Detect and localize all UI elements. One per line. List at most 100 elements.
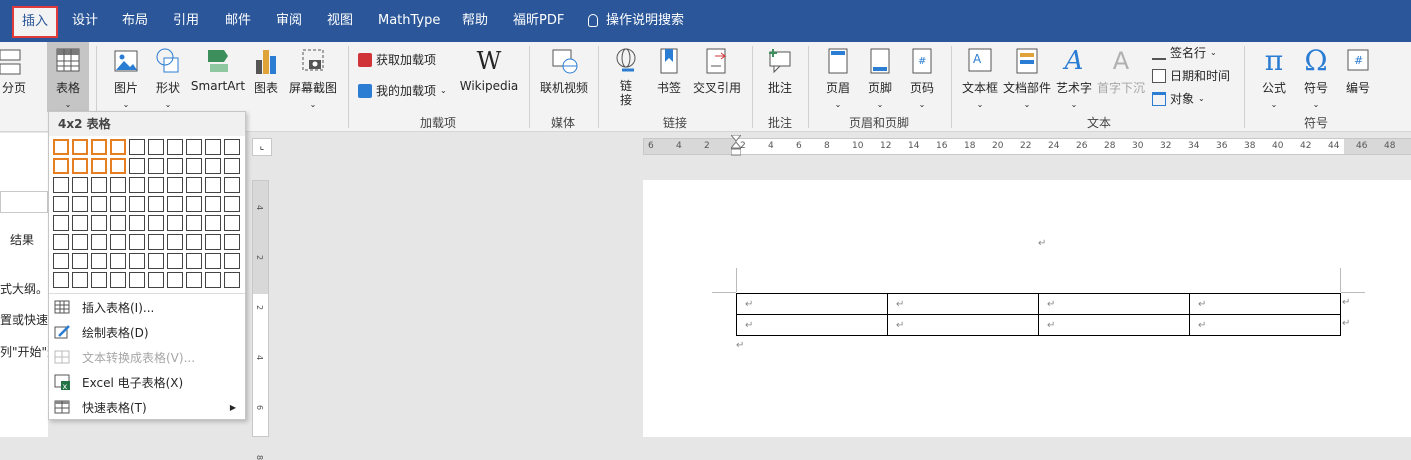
grid-cell[interactable]: [129, 158, 145, 174]
textbox-button[interactable]: A 文本框 ⌄: [958, 46, 1002, 110]
grid-cell[interactable]: [72, 215, 88, 231]
table-cell[interactable]: ↵: [887, 314, 1039, 336]
excel-spreadsheet-menu-item[interactable]: x Excel 电子表格(X): [49, 370, 245, 394]
grid-cell[interactable]: [224, 139, 240, 155]
tab-help[interactable]: 帮助: [462, 0, 488, 42]
tab-mathtype[interactable]: MathType: [378, 0, 440, 42]
grid-cell[interactable]: [186, 215, 202, 231]
grid-cell[interactable]: [72, 253, 88, 269]
footer-button[interactable]: 页脚 ⌄: [862, 46, 898, 110]
grid-cell[interactable]: [91, 215, 107, 231]
grid-cell[interactable]: [110, 253, 126, 269]
grid-cell[interactable]: [224, 253, 240, 269]
grid-cell[interactable]: [53, 215, 69, 231]
tab-view[interactable]: 视图: [327, 0, 353, 42]
grid-cell[interactable]: [110, 234, 126, 250]
table-cell[interactable]: ↵: [736, 314, 888, 336]
tab-review[interactable]: 审阅: [276, 0, 302, 42]
grid-cell[interactable]: [205, 158, 221, 174]
table-cell[interactable]: ↵: [1038, 314, 1190, 336]
draw-table-menu-item[interactable]: 绘制表格(D): [49, 320, 245, 344]
grid-cell[interactable]: [72, 177, 88, 193]
grid-cell[interactable]: [110, 272, 126, 288]
grid-cell[interactable]: [110, 158, 126, 174]
tab-insert[interactable]: 插入: [12, 6, 59, 38]
bookmark-button[interactable]: 书签: [651, 46, 687, 96]
grid-cell[interactable]: [205, 215, 221, 231]
grid-cell[interactable]: [72, 272, 88, 288]
grid-cell[interactable]: [129, 234, 145, 250]
signature-line-button[interactable]: 签名行 ⌄: [1152, 44, 1217, 61]
equation-button[interactable]: π 公式 ⌄: [1256, 46, 1292, 110]
grid-cell[interactable]: [72, 139, 88, 155]
symbol-button[interactable]: Ω 符号 ⌄: [1298, 46, 1334, 110]
navigation-search-input[interactable]: [0, 191, 48, 213]
drop-cap-button[interactable]: A 首字下沉: [1096, 46, 1146, 96]
grid-cell[interactable]: [53, 139, 69, 155]
document-table[interactable]: ↵ ↵ ↵ ↵ ↵ ↵ ↵ ↵: [736, 293, 1341, 336]
grid-cell[interactable]: [224, 177, 240, 193]
table-grid-picker[interactable]: [53, 139, 243, 291]
grid-cell[interactable]: [72, 234, 88, 250]
online-video-button[interactable]: 联机视频: [538, 46, 590, 96]
grid-cell[interactable]: [148, 253, 164, 269]
grid-cell[interactable]: [224, 158, 240, 174]
grid-cell[interactable]: [205, 253, 221, 269]
grid-cell[interactable]: [186, 177, 202, 193]
grid-cell[interactable]: [91, 234, 107, 250]
grid-cell[interactable]: [129, 139, 145, 155]
screenshot-button[interactable]: 屏幕截图 ⌄: [286, 46, 340, 110]
get-addins-button[interactable]: 获取加载项: [358, 51, 436, 68]
text-to-table-menu-item[interactable]: 文本转换成表格(V)...: [49, 345, 245, 369]
grid-cell[interactable]: [53, 234, 69, 250]
grid-cell[interactable]: [167, 177, 183, 193]
tab-design[interactable]: 设计: [72, 0, 98, 42]
page-break-button[interactable]: 分页: [0, 46, 28, 96]
table-cell[interactable]: ↵: [1189, 293, 1341, 315]
tab-foxit-pdf[interactable]: 福昕PDF: [513, 0, 564, 42]
grid-cell[interactable]: [205, 196, 221, 212]
grid-cell[interactable]: [167, 139, 183, 155]
grid-cell[interactable]: [129, 215, 145, 231]
table-cell[interactable]: ↵: [1038, 293, 1190, 315]
link-button[interactable]: 链接: [610, 46, 642, 107]
horizontal-ruler[interactable]: 6 4 2 2 4 6 8 10 12 14 16 18 20 22 24 26 28 30 32 34 36 38 40 4…: [643, 138, 1411, 155]
grid-cell[interactable]: [167, 158, 183, 174]
table-button[interactable]: 表格 ⌄: [47, 42, 89, 112]
results-tab[interactable]: 结果: [10, 231, 34, 248]
grid-cell[interactable]: [186, 196, 202, 212]
grid-cell[interactable]: [186, 139, 202, 155]
object-button[interactable]: 对象 ⌄: [1152, 90, 1205, 107]
vertical-ruler[interactable]: 4 2 2 4 6 8: [252, 180, 269, 460]
grid-cell[interactable]: [148, 196, 164, 212]
header-button[interactable]: 页眉 ⌄: [820, 46, 856, 110]
grid-cell[interactable]: [205, 139, 221, 155]
grid-cell[interactable]: [53, 158, 69, 174]
grid-cell[interactable]: [167, 215, 183, 231]
table-cell[interactable]: ↵: [1189, 314, 1341, 336]
grid-cell[interactable]: [91, 177, 107, 193]
grid-cell[interactable]: [72, 158, 88, 174]
tab-references[interactable]: 引用: [173, 0, 199, 42]
grid-cell[interactable]: [205, 272, 221, 288]
grid-cell[interactable]: [148, 234, 164, 250]
grid-cell[interactable]: [186, 272, 202, 288]
tab-mailings[interactable]: 邮件: [225, 0, 251, 42]
grid-cell[interactable]: [148, 139, 164, 155]
grid-cell[interactable]: [110, 139, 126, 155]
wordart-button[interactable]: A 艺术字 ⌄: [1054, 46, 1094, 110]
grid-cell[interactable]: [129, 272, 145, 288]
grid-cell[interactable]: [129, 196, 145, 212]
grid-cell[interactable]: [167, 234, 183, 250]
grid-cell[interactable]: [186, 158, 202, 174]
grid-cell[interactable]: [167, 253, 183, 269]
grid-cell[interactable]: [148, 158, 164, 174]
grid-cell[interactable]: [53, 253, 69, 269]
grid-cell[interactable]: [205, 234, 221, 250]
grid-cell[interactable]: [110, 215, 126, 231]
grid-cell[interactable]: [129, 177, 145, 193]
grid-cell[interactable]: [224, 272, 240, 288]
grid-cell[interactable]: [224, 196, 240, 212]
tab-layout[interactable]: 布局: [122, 0, 148, 42]
chart-button[interactable]: 图表: [250, 46, 282, 96]
